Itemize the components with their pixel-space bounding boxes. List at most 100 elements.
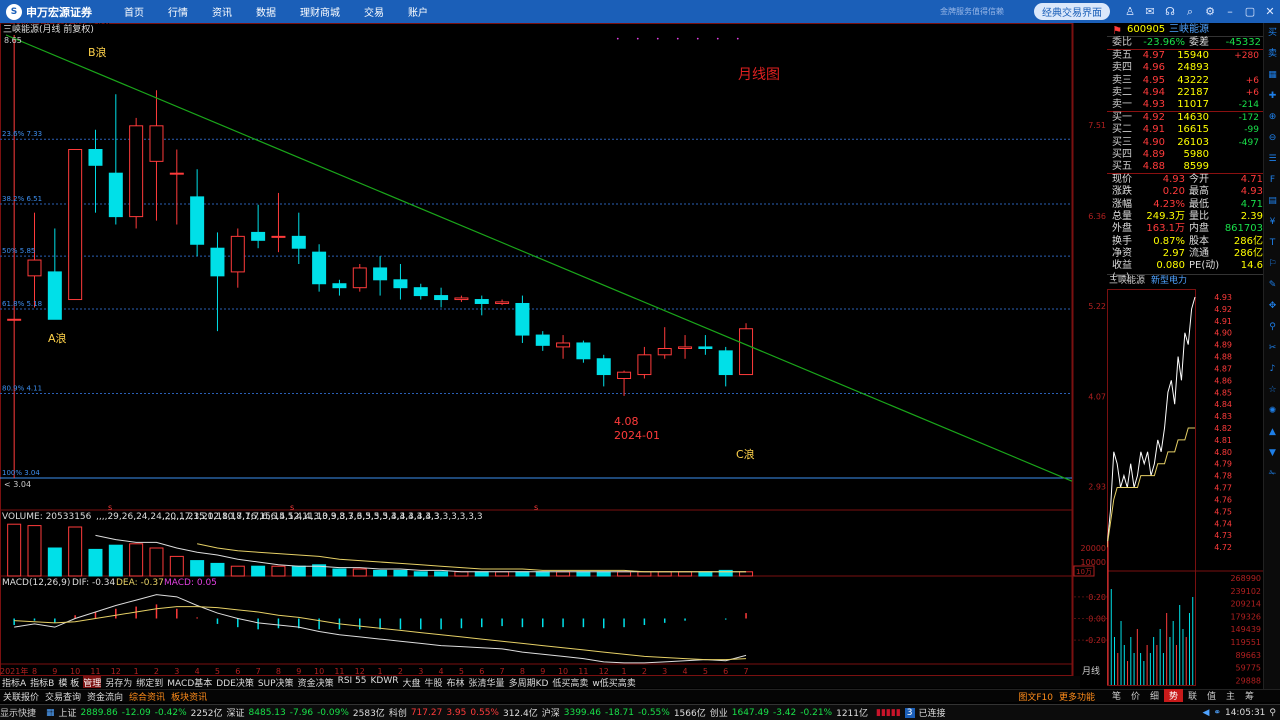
volume-bar xyxy=(210,562,225,577)
index-cy-name[interactable]: 创业 xyxy=(710,706,728,719)
menu-trade[interactable]: 交易 xyxy=(364,4,384,19)
f10-link[interactable]: 图文F10 xyxy=(1018,690,1053,703)
tab-fund-flow[interactable]: 资金流向 xyxy=(87,690,123,703)
classic-mode-button[interactable]: 经典交易界面 xyxy=(1034,3,1110,20)
indicator-tab[interactable]: 低买高卖 xyxy=(552,676,588,689)
period-label[interactable]: 月线 xyxy=(1082,664,1100,677)
volume-icon[interactable]: ◀ xyxy=(1203,708,1210,718)
index-kc-name[interactable]: 科创 xyxy=(389,706,407,719)
bell-icon[interactable]: ♪ xyxy=(1264,359,1280,380)
buys-row[interactable]: 买二 4.91 16615 -99 xyxy=(1107,124,1263,136)
show-shortcut[interactable]: 显示快捷 xyxy=(0,706,36,719)
indicator-tab[interactable]: 绑定到 xyxy=(136,676,163,689)
kline-chart[interactable]: 三峡能源(月线 前复权)三峡能源(月线 前复权)23.6% 7.3338.2% … xyxy=(0,23,1107,676)
sells-row[interactable]: 卖一 4.93 11017 -214 xyxy=(1107,99,1263,111)
menu-market[interactable]: 行情 xyxy=(168,4,188,19)
flag-icon[interactable]: ⚐ xyxy=(1264,254,1280,275)
move-icon[interactable]: ✥ xyxy=(1264,296,1280,317)
cut-icon[interactable]: ✂ xyxy=(1264,338,1280,359)
buys-row[interactable]: 买五 4.88 8599 xyxy=(1107,161,1263,173)
tab-composite-news[interactable]: 综合资讯 xyxy=(129,690,165,703)
more-functions[interactable]: 更多功能 xyxy=(1059,690,1095,703)
text-icon[interactable]: T xyxy=(1264,233,1280,254)
index-sh-name[interactable]: 上证 xyxy=(59,706,77,719)
sells-row[interactable]: 卖二 4.94 22187 +6 xyxy=(1107,87,1263,99)
minimize-icon[interactable]: – xyxy=(1222,4,1238,20)
fan-icon[interactable]: ✺ xyxy=(1264,401,1280,422)
indicator-tab[interactable]: w低买高卖 xyxy=(592,676,635,689)
grid-small-icon[interactable]: ▦ xyxy=(46,708,55,718)
list-icon[interactable]: ☰ xyxy=(1264,149,1280,170)
indicator-tab[interactable]: 张清华量 xyxy=(469,676,505,689)
money-icon[interactable]: ¥ xyxy=(1264,212,1280,233)
indicator-tab[interactable]: MACD基本 xyxy=(167,676,212,689)
buys-row[interactable]: 买四 4.89 5980 xyxy=(1107,149,1263,161)
pin-small-icon[interactable]: ⚲ xyxy=(1269,708,1276,718)
mini-tab-chou[interactable]: 筹 xyxy=(1240,689,1259,702)
indicator-tab[interactable]: 指标B xyxy=(30,676,54,689)
indicator-tab[interactable]: 指标A xyxy=(2,676,26,689)
mini-tab-zhu[interactable]: 主 xyxy=(1221,689,1240,702)
tab-sector-news[interactable]: 板块资讯 xyxy=(171,690,207,703)
sell-icon[interactable]: 卖 xyxy=(1264,44,1280,65)
gear-icon[interactable]: ⚙ xyxy=(1202,4,1218,20)
star-icon[interactable]: ☆ xyxy=(1264,380,1280,401)
pen-icon[interactable]: ✎ xyxy=(1264,275,1280,296)
down-icon[interactable]: ▼ xyxy=(1264,443,1280,464)
indicator-tab[interactable]: KDWR xyxy=(371,676,399,688)
menu-data[interactable]: 数据 xyxy=(256,4,276,19)
indicator-tab[interactable]: 另存为 xyxy=(105,676,132,689)
mini-tab-shi[interactable]: 势 xyxy=(1164,689,1183,702)
indicator-tab[interactable]: 模 板 xyxy=(58,676,79,689)
mini-tab-jia[interactable]: 价 xyxy=(1126,689,1145,702)
mini-tab-bi[interactable]: 笔 xyxy=(1107,689,1126,702)
intraday-chart[interactable]: 4.93 4.92 4.91 4.90 4.89 4.88 4.87 4.86 4.85 4.84… xyxy=(1107,289,1263,689)
menu-mall[interactable]: 理财商城 xyxy=(300,4,340,19)
intraday-tab-2[interactable]: 新型电力 xyxy=(1145,275,1187,286)
indicator-tab[interactable]: RSI 55 xyxy=(338,676,367,688)
indicator-tab[interactable]: SUP决策 xyxy=(258,676,294,689)
sells-row[interactable]: 卖五 4.97 15940 +280 xyxy=(1107,50,1263,62)
intraday-tab[interactable]: 三峡能源 xyxy=(1107,275,1145,286)
indicator-tab[interactable]: 布林 xyxy=(447,676,465,689)
zoom-out-icon[interactable]: ⊖ xyxy=(1264,128,1280,149)
search-icon[interactable]: ⌕ xyxy=(1182,4,1198,20)
menu-home[interactable]: 首页 xyxy=(124,4,144,19)
cross-icon[interactable]: ✚ xyxy=(1264,86,1280,107)
pin-icon[interactable]: ⚲ xyxy=(1264,317,1280,338)
indicator-tab[interactable]: 大盘 xyxy=(403,676,421,689)
indicator-tab[interactable]: 资金决策 xyxy=(298,676,334,689)
mini-tab-zhi[interactable]: 值 xyxy=(1202,689,1221,702)
maximize-icon[interactable]: ▢ xyxy=(1242,4,1258,20)
buys-row[interactable]: 买一 4.92 14630 -172 xyxy=(1107,112,1263,124)
f10-icon[interactable]: F xyxy=(1264,170,1280,191)
index-sz-name[interactable]: 深证 xyxy=(227,706,245,719)
chart-icon[interactable]: ▤ xyxy=(1264,191,1280,212)
tray-icons[interactable]: ▮▮▮▮▮ xyxy=(876,708,901,718)
menu-news[interactable]: 资讯 xyxy=(212,4,232,19)
headset-icon[interactable]: ☊ xyxy=(1162,4,1178,20)
buy-icon[interactable]: 买 xyxy=(1264,23,1280,44)
grid-icon[interactable]: ▦ xyxy=(1264,65,1280,86)
sells-row[interactable]: 卖四 4.96 24893 xyxy=(1107,62,1263,74)
indicator-tab[interactable]: 管理 xyxy=(83,676,102,689)
mini-tab-xi[interactable]: 细 xyxy=(1145,689,1164,702)
indicator-tab[interactable]: 多周期KD xyxy=(509,676,549,689)
index-hs-name[interactable]: 沪深 xyxy=(542,706,560,719)
tab-related-quote[interactable]: 关联报价 xyxy=(3,690,39,703)
mini-tab-lian[interactable]: 联 xyxy=(1183,689,1202,702)
indicator-tab[interactable]: DDE决策 xyxy=(216,676,254,689)
sells-row[interactable]: 卖三 4.95 43222 +6 xyxy=(1107,75,1263,87)
user-icon[interactable]: ♙ xyxy=(1122,4,1138,20)
intraday-tick: 4.81 xyxy=(1214,436,1232,445)
tab-trade-query[interactable]: 交易查询 xyxy=(45,690,81,703)
indicator-tab[interactable]: 牛股 xyxy=(425,676,443,689)
menu-account[interactable]: 账户 xyxy=(408,4,428,19)
scissors-icon[interactable]: ✁ xyxy=(1264,464,1280,485)
up-icon[interactable]: ▲ xyxy=(1264,422,1280,443)
link-icon[interactable]: ⚭ xyxy=(1213,708,1221,718)
close-icon[interactable]: ✕ xyxy=(1262,4,1278,20)
message-icon[interactable]: ✉ xyxy=(1142,4,1158,20)
buys-row[interactable]: 买三 4.90 26103 -497 xyxy=(1107,137,1263,149)
zoom-in-icon[interactable]: ⊕ xyxy=(1264,107,1280,128)
